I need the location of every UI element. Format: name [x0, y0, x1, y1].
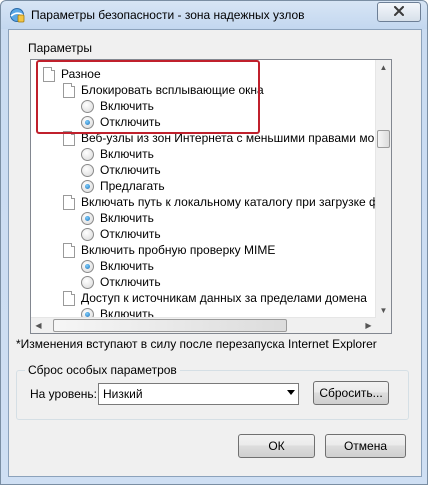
level-label: На уровень:: [30, 387, 98, 401]
tree-row-label: Включить: [100, 147, 154, 161]
tree-row-label: Доступ к источникам данных за пределами …: [81, 291, 367, 305]
tree-setting: Включить пробную проверку MIME: [63, 242, 275, 258]
radio-unselected[interactable]: [81, 147, 94, 161]
vertical-scroll-thumb[interactable]: [377, 130, 390, 148]
radio-selected[interactable]: [81, 115, 94, 129]
scroll-right-arrow-icon[interactable]: ▶: [361, 318, 376, 333]
level-select[interactable]: Низкий: [98, 383, 299, 405]
scroll-down-arrow-icon[interactable]: ▼: [376, 303, 391, 318]
document-icon: [43, 66, 55, 82]
document-icon: [63, 194, 75, 210]
chevron-down-icon: [287, 390, 295, 395]
horizontal-scrollbar[interactable]: ◀ ▶: [31, 317, 376, 333]
tree-row-label: Включать путь к локальному каталогу при …: [81, 195, 391, 209]
document-icon: [63, 82, 75, 98]
scroll-left-arrow-icon[interactable]: ◀: [31, 318, 46, 333]
radio-selected[interactable]: [81, 211, 94, 225]
tree-row-label: Включить пробную проверку MIME: [81, 243, 276, 257]
tree-option[interactable]: Включить: [81, 98, 154, 114]
radio-unselected[interactable]: [81, 99, 94, 113]
cancel-button[interactable]: Отмена: [325, 434, 406, 458]
settings-tree[interactable]: Разное Блокировать всплывающие окна Включи…: [30, 59, 392, 334]
tree-setting: Блокировать всплывающие окна: [63, 82, 264, 98]
tree-option[interactable]: Отключить: [81, 274, 161, 290]
tree-row-label: Отключить: [100, 275, 161, 289]
reset-group-label: Сброс особых параметров: [25, 363, 180, 377]
tree-category: Разное: [43, 66, 101, 82]
radio-unselected[interactable]: [81, 275, 94, 289]
security-settings-window: Параметры безопасности - зона надежных у…: [0, 0, 428, 485]
tree-row-label: Включить: [100, 259, 154, 273]
close-button[interactable]: [377, 2, 421, 22]
tree-option[interactable]: Включить: [81, 210, 154, 226]
scroll-up-arrow-icon[interactable]: ▲: [376, 60, 391, 75]
radio-selected[interactable]: [81, 179, 94, 193]
ok-button[interactable]: ОК: [238, 434, 315, 458]
vertical-scrollbar[interactable]: ▲ ▼: [375, 60, 391, 318]
radio-selected[interactable]: [81, 259, 94, 273]
radio-unselected[interactable]: [81, 163, 94, 177]
document-icon: [63, 130, 75, 146]
tree-option[interactable]: Отключить: [81, 226, 161, 242]
restart-note: *Изменения вступают в силу после перезап…: [16, 337, 377, 351]
tree-row-label: Веб-узлы из зон Интернета с меньшими пра…: [81, 131, 391, 145]
tree-row-label: Предлагать: [100, 179, 165, 193]
tree-setting: Веб-узлы из зон Интернета с меньшими пра…: [63, 130, 391, 146]
settings-group-label: Параметры: [28, 41, 92, 55]
close-icon: [393, 5, 405, 19]
level-select-value: Низкий: [103, 387, 143, 401]
title-bar: Параметры безопасности - зона надежных у…: [1, 1, 427, 29]
window-title: Параметры безопасности - зона надежных у…: [31, 8, 305, 22]
tree-option[interactable]: Отключить: [81, 162, 161, 178]
tree-row-label: Включить: [100, 211, 154, 225]
radio-unselected[interactable]: [81, 227, 94, 241]
ie-security-icon: [9, 7, 25, 23]
tree-row-label: Отключить: [100, 227, 161, 241]
tree-option[interactable]: Включить: [81, 146, 154, 162]
tree-row-label: Разное: [61, 67, 101, 81]
document-icon: [63, 290, 75, 306]
tree-option[interactable]: Предлагать: [81, 178, 165, 194]
tree-row-label: Блокировать всплывающие окна: [81, 83, 264, 97]
horizontal-scroll-thumb[interactable]: [53, 319, 287, 332]
scrollbar-corner: [376, 318, 391, 333]
tree-setting: Включать путь к локальному каталогу при …: [63, 194, 391, 210]
settings-tree-content: Разное Блокировать всплывающие окна Включи…: [31, 60, 391, 324]
tree-row-label: Включить: [100, 99, 154, 113]
tree-row-label: Отключить: [100, 115, 161, 129]
document-icon: [63, 242, 75, 258]
tree-row-label: Отключить: [100, 163, 161, 177]
tree-option[interactable]: Отключить: [81, 114, 161, 130]
tree-setting: Доступ к источникам данных за пределами …: [63, 290, 367, 306]
reset-button[interactable]: Сбросить...: [313, 381, 389, 405]
tree-option[interactable]: Включить: [81, 258, 154, 274]
